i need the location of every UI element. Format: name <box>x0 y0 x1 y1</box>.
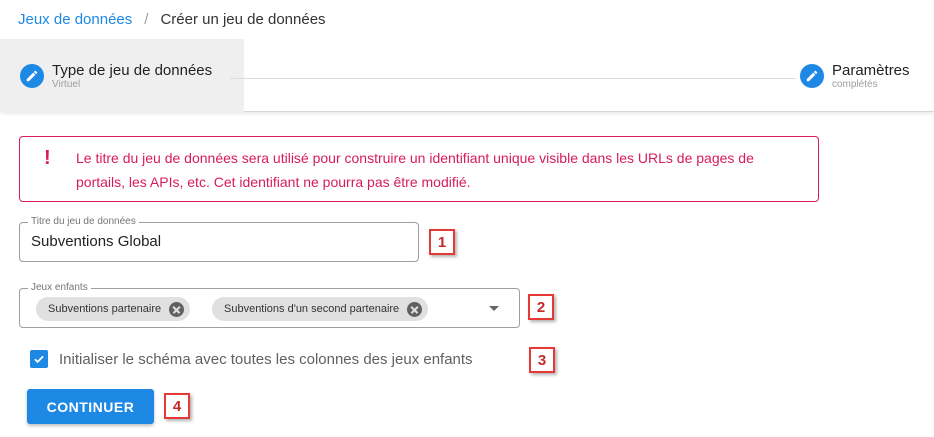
chip-label: Subventions partenaire <box>48 303 162 315</box>
stepper-divider <box>230 78 796 79</box>
chevron-down-icon[interactable] <box>489 306 499 311</box>
step-parameters[interactable]: Paramètres complétés <box>800 39 934 112</box>
step-title: Paramètres <box>832 61 910 79</box>
child-dataset-chip: Subventions partenaire <box>36 297 191 321</box>
close-icon[interactable] <box>169 301 185 317</box>
annotation-marker: 4 <box>164 393 190 419</box>
dataset-title-value[interactable]: Subventions Global <box>31 233 161 250</box>
step-dataset-type[interactable]: Type de jeu de données Virtuel <box>0 39 244 112</box>
breadcrumb-separator: / <box>144 10 149 28</box>
init-schema-label[interactable]: Initialiser le schéma avec toutes les co… <box>59 351 473 368</box>
dataset-title-label: Titre du jeu de données <box>28 216 139 228</box>
child-datasets-select[interactable]: Jeux enfants Subventions partenaire Subv… <box>19 282 520 328</box>
breadcrumb-current: Créer un jeu de données <box>160 10 326 28</box>
child-datasets-label: Jeux enfants <box>28 282 91 294</box>
continue-button[interactable]: CONTINUER <box>27 389 154 424</box>
pencil-icon <box>20 63 44 88</box>
child-dataset-chip: Subventions d'un second partenaire <box>212 297 429 321</box>
warning-alert: ! Le titre du jeu de données sera utilis… <box>19 136 819 202</box>
stepper: Type de jeu de données Virtuel Paramètre… <box>0 39 934 112</box>
checkmark-icon <box>34 355 44 364</box>
breadcrumb: Jeux de données / Créer un jeu de donnée… <box>0 0 934 38</box>
annotation-marker: 2 <box>528 294 554 320</box>
step-subtitle: Virtuel <box>52 78 81 90</box>
exclamation-icon: ! <box>44 147 51 169</box>
annotation-marker: 3 <box>529 347 555 373</box>
pencil-icon <box>800 63 824 88</box>
breadcrumb-link-datasets[interactable]: Jeux de données <box>18 11 132 28</box>
init-schema-option: Initialiser le schéma avec toutes les co… <box>30 350 473 368</box>
step-subtitle: complétés <box>832 78 878 90</box>
dataset-title-field[interactable]: Titre du jeu de données Subventions Glob… <box>19 216 419 262</box>
step-title: Type de jeu de données <box>52 61 213 79</box>
init-schema-checkbox[interactable] <box>30 350 48 368</box>
alert-message: Le titre du jeu de données sera utilisé … <box>76 150 754 190</box>
chip-label: Subventions d'un second partenaire <box>224 303 400 315</box>
annotation-marker: 1 <box>429 229 455 255</box>
close-icon[interactable] <box>407 301 423 317</box>
